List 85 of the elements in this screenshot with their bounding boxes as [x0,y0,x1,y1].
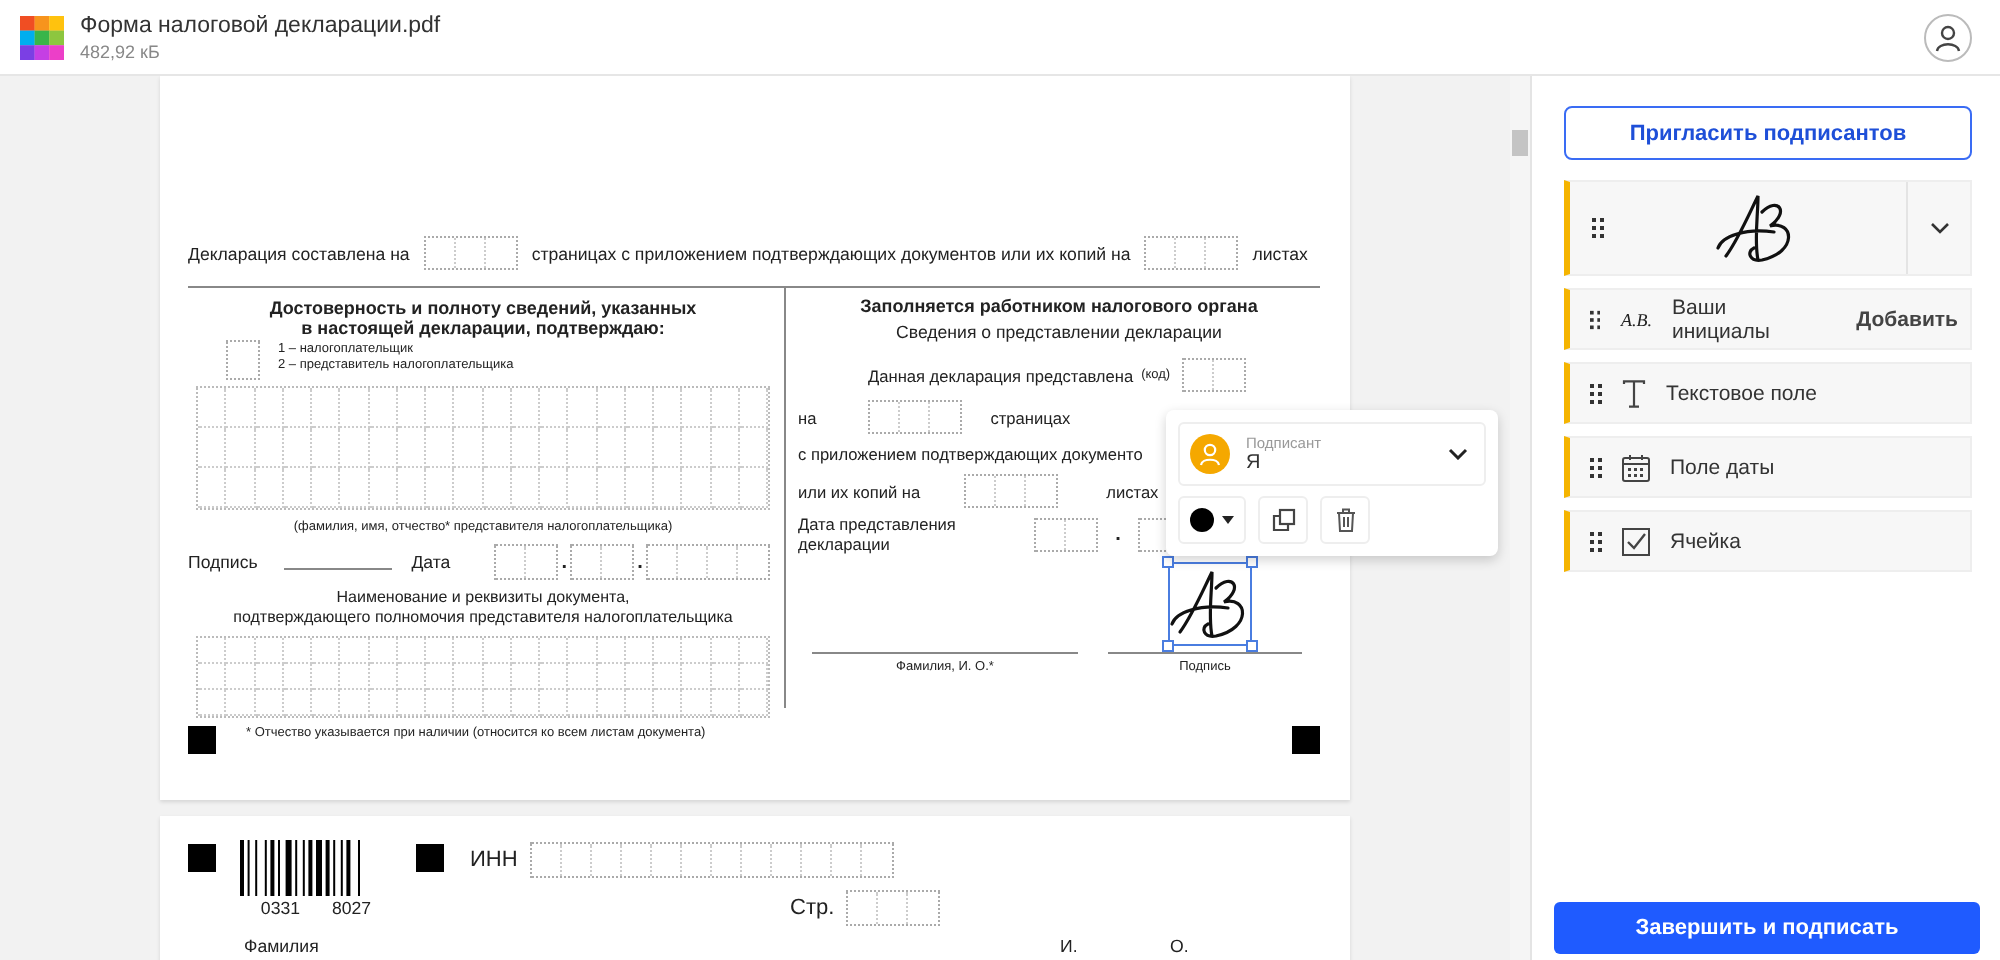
drag-handle-icon [1590,531,1602,551]
entry-boxes [494,544,559,580]
placed-signature[interactable] [1162,555,1258,652]
form-label: на [798,407,817,427]
field-item[interactable]: Текстовое поле [1564,362,1972,424]
form-label: страницах [990,407,1071,427]
field-label: Ячейка [1670,529,1741,553]
field-label: Ваши инициалы [1671,295,1772,343]
entry-boxes [868,400,963,434]
initials-sample: A.B. [1620,309,1652,329]
resize-handle[interactable] [1162,639,1174,652]
color-button[interactable] [1178,496,1246,544]
entry-boxes [423,236,518,270]
invite-signers-button[interactable]: Пригласить подписантов [1564,106,1972,160]
app-logo-icon [20,15,64,59]
user-icon [1198,442,1222,466]
marker-square [188,844,216,872]
form-subheading: Сведения о представлении декларации [894,322,1224,342]
marker-square [1292,726,1320,754]
scroll-thumb[interactable] [1512,130,1528,156]
drag-handle-icon [1590,383,1602,403]
form-heading: Достоверность и полноту сведений, указанных [267,298,699,318]
date-dot: . [559,551,570,573]
account-button[interactable] [1924,13,1972,61]
drag-handle-icon [1590,457,1602,477]
user-icon [1934,23,1962,51]
date-dot: . [635,551,645,573]
calendar-icon [1622,453,1650,481]
form-label: Подпись [188,552,258,572]
copy-icon [1271,508,1295,532]
entry-boxes [846,890,941,926]
trash-icon [1335,508,1355,532]
form-label: О. [1170,936,1189,956]
form-heading: Заполняется работником налогового органа [858,296,1260,316]
checkbox-icon [1622,527,1650,555]
form-caption: подтверждающего полномочия представителя налогоплательщика [231,608,735,626]
finish-and-sign-button[interactable]: Завершить и подписать [1554,902,1980,954]
entry-boxes [646,544,770,580]
signature-line [283,567,392,569]
date-dot: . [1113,524,1123,547]
file-name: Форма налоговой декларации.pdf [80,13,441,37]
field-item[interactable]: Ячейка [1564,510,1972,572]
entry-boxes [1144,236,1239,270]
form-label: Данная декларация представлена [868,365,1134,385]
drag-handle-icon [1590,309,1601,329]
form-text: листах [1252,243,1308,263]
resize-handle[interactable] [1246,639,1258,652]
form-caption: Наименование и реквизиты документа, [334,588,632,606]
add-button[interactable]: Добавить [1856,307,1970,331]
marker-square [188,726,216,754]
resize-handle[interactable] [1162,555,1174,568]
form-label: с приложением подтверждающих документо [798,444,1143,464]
form-label: листах [1106,481,1159,501]
entry-boxes [226,340,260,380]
field-label: Текстовое поле [1666,381,1817,405]
marker-square [416,844,444,872]
form-text: страницах с приложением подтверждающих документов или их копий на [531,243,1131,263]
duplicate-button[interactable] [1258,496,1308,544]
drag-handle-icon [1592,218,1604,238]
chevron-down-icon [1929,222,1949,234]
form-label: И. [1060,936,1080,956]
file-size: 482,92 кБ [80,41,162,61]
field-label: Поле даты [1670,455,1775,479]
form-label: Стр. [790,896,835,920]
form-label: Дата представления декларации [798,516,958,556]
entry-boxes [1182,358,1247,392]
barcode-number: 8027 [332,898,372,918]
entry-boxes [1034,518,1098,553]
form-label: Фамилия [244,936,321,956]
entry-boxes [964,474,1059,508]
form-label: или их копий на [798,481,921,501]
text-icon [1622,379,1646,407]
signature-item[interactable] [1564,180,1972,276]
entry-boxes [570,544,635,580]
signer-name: Я [1246,452,1263,474]
form-heading: в настоящей декларации, подтверждаю: [299,318,667,338]
field-item[interactable]: Поле даты [1564,436,1972,498]
form-label: ИНН [470,848,518,872]
caret-icon [1222,516,1234,524]
barcode-number: 0331 [260,898,300,918]
form-text: Декларация составлена на [188,243,410,263]
form-label: Дата [411,552,451,572]
delete-button[interactable] [1320,496,1370,544]
chevron-down-icon [1448,448,1468,460]
color-dot-icon [1190,508,1214,532]
